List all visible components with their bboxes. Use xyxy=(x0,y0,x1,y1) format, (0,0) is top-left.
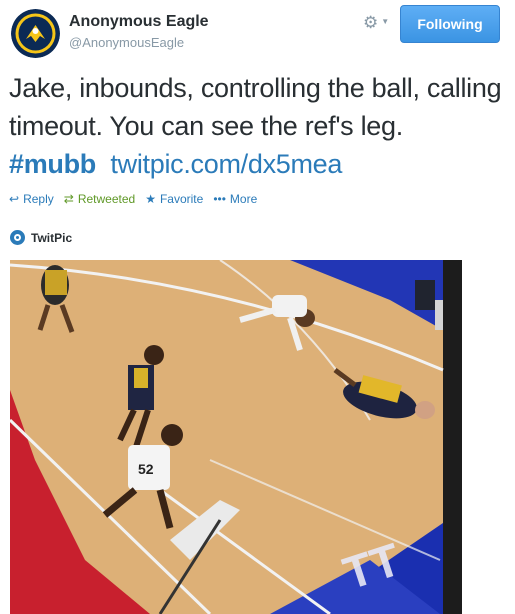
favorite-label: Favorite xyxy=(159,192,204,206)
twitpic-icon xyxy=(10,230,25,245)
more-button[interactable]: ••• More xyxy=(213,192,257,206)
retweet-button[interactable]: ⇄ Retweeted xyxy=(64,192,135,206)
gear-icon: ⚙ xyxy=(363,12,379,32)
favorite-button[interactable]: ★ Favorite xyxy=(145,192,203,206)
user-actions-menu[interactable]: ⚙ ▼ xyxy=(363,11,397,33)
basketball-court-photo: 52 TT xyxy=(10,260,462,614)
reply-icon: ↩ xyxy=(9,192,20,206)
tweet-photo[interactable]: 52 TT xyxy=(10,260,462,614)
tweet: Anonymous Eagle @AnonymousEagle ⚙ ▼ Foll… xyxy=(0,0,515,614)
card-provider-name: TwitPic xyxy=(31,230,73,245)
tweet-actions: ↩ Reply ⇄ Retweeted ★ Favorite ••• More xyxy=(9,192,267,206)
more-dots-icon: ••• xyxy=(213,192,226,206)
retweet-label: Retweeted xyxy=(77,192,136,206)
reply-label: Reply xyxy=(23,192,54,206)
jersey-number: 52 xyxy=(138,461,154,477)
tweet-text: Jake, inbounds, controlling the ball, ca… xyxy=(9,69,509,183)
chevron-down-icon: ▼ xyxy=(381,17,390,26)
twitpic-link[interactable]: twitpic.com/dx5mea xyxy=(110,149,342,179)
retweet-icon: ⇄ xyxy=(63,192,74,206)
tweet-body: Jake, inbounds, controlling the ball, ca… xyxy=(9,73,502,141)
more-label: More xyxy=(229,192,258,206)
following-button[interactable]: Following xyxy=(400,5,500,43)
user-handle[interactable]: @AnonymousEagle xyxy=(69,35,184,50)
avatar[interactable] xyxy=(11,9,60,58)
star-icon: ★ xyxy=(145,192,156,206)
hashtag-link[interactable]: #mubb xyxy=(9,149,96,179)
card-provider[interactable]: TwitPic xyxy=(10,230,72,245)
marquette-logo xyxy=(11,9,60,58)
reply-button[interactable]: ↩ Reply xyxy=(9,192,54,206)
user-name[interactable]: Anonymous Eagle xyxy=(69,13,209,31)
